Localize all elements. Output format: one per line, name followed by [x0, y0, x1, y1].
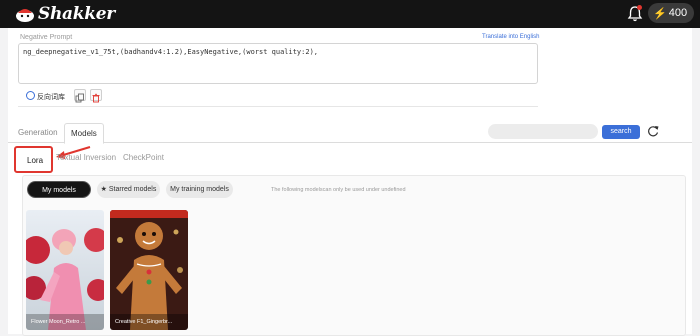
tab-models[interactable]: Models: [64, 123, 104, 144]
notification-dot: [637, 5, 642, 10]
model-thumbnail: [26, 210, 104, 330]
model-card-label: Creative F1_Gingerbr...: [115, 319, 173, 325]
logo-mascot-icon: [16, 9, 34, 22]
model-list-area: My models ★ Starred models My training m…: [22, 175, 686, 336]
reverse-library-label: 反向词库: [37, 94, 65, 101]
search-button[interactable]: search: [602, 125, 640, 139]
top-bar: Shakker ⚡ 400: [0, 0, 700, 28]
translate-link[interactable]: Translate into English: [482, 34, 539, 40]
model-type-tabs: Lora Textual Inversion CheckPoint: [12, 144, 688, 174]
trash-icon: [92, 93, 100, 103]
models-note: The following modelscan only be used und…: [271, 187, 406, 193]
subtab-textual-inversion[interactable]: Textual Inversion: [56, 153, 116, 162]
negative-prompt-text: ng_deepnegative_v1_75t,(badhandv4:1.2),E…: [23, 48, 319, 56]
logo[interactable]: Shakker: [14, 3, 115, 25]
copy-icon: [75, 93, 84, 103]
negative-prompt-field[interactable]: ng_deepnegative_v1_75t,(badhandv4:1.2),E…: [18, 43, 538, 84]
bolt-icon: ⚡: [653, 7, 667, 20]
subtab-lora-label: Lora: [27, 156, 44, 165]
negative-prompt-toolbar: 反向词库: [18, 85, 538, 107]
model-thumbnail: [110, 210, 188, 330]
refresh-icon[interactable]: [646, 124, 660, 138]
delete-button[interactable]: [90, 89, 102, 103]
starred-models-label: Starred models: [108, 186, 157, 193]
model-card-label: Flower Moon_Retro ...: [31, 319, 86, 325]
starred-models-button[interactable]: ★ Starred models: [97, 181, 160, 198]
search-input[interactable]: [488, 124, 598, 139]
model-card[interactable]: Flower Moon_Retro ...: [26, 210, 104, 330]
negative-prompt-label: Negative Prompt: [20, 34, 73, 41]
copy-button[interactable]: [74, 89, 86, 103]
tab-generation[interactable]: Generation: [12, 123, 64, 143]
logo-text: Shakker: [38, 4, 115, 24]
credits-count: 400: [668, 7, 688, 19]
subtab-lora[interactable]: Lora: [14, 146, 53, 173]
my-models-button[interactable]: My models: [27, 181, 91, 198]
star-icon: ★: [100, 186, 107, 193]
subtab-checkpoint[interactable]: CheckPoint: [123, 153, 164, 162]
my-training-models-button[interactable]: My training models: [166, 181, 233, 198]
credits-badge[interactable]: ⚡ 400: [648, 3, 694, 23]
reverse-library-toggle[interactable]: [26, 91, 35, 100]
model-card[interactable]: Creative F1_Gingerbr...: [110, 210, 188, 330]
